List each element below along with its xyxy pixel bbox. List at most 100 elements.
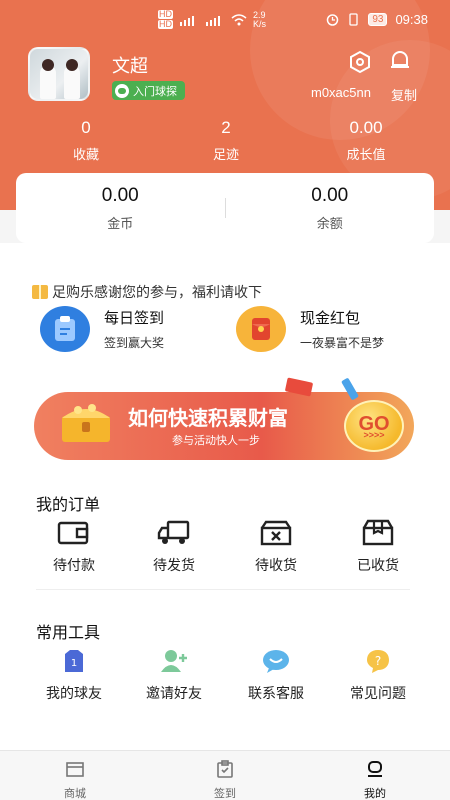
svg-text:?: ? — [375, 654, 381, 668]
order-label: 待收货 — [255, 557, 297, 573]
stat-label: 成长值 — [346, 147, 386, 162]
jersey-icon: 1 — [65, 650, 83, 672]
tool-contact-support[interactable]: 联系客服 — [226, 647, 326, 703]
network-indicators: HD HD 2.9 K/s — [158, 10, 266, 29]
banner-title: 如何快速积累财富 — [128, 408, 288, 430]
wifi-icon — [231, 13, 247, 25]
tab-mine[interactable]: 我的 — [345, 759, 405, 800]
avatar-figure-head — [66, 59, 78, 71]
confetti-decoration — [341, 377, 359, 401]
order-label: 已收货 — [357, 557, 399, 573]
level-badge: 入门球探 — [112, 81, 185, 100]
chat-bubble-icon — [115, 83, 129, 98]
promo-subtitle: 一夜暴富不是梦 — [300, 336, 385, 350]
order-pending-receipt[interactable]: 待收货 — [226, 519, 326, 575]
tab-store[interactable]: 商城 — [45, 759, 105, 800]
settings-hexagon-icon[interactable] — [348, 50, 372, 74]
checkin-icon — [217, 760, 233, 778]
bell-icon[interactable] — [388, 48, 412, 72]
signal-icon — [180, 15, 194, 26]
go-button[interactable]: GO >>>> — [344, 400, 404, 452]
box-open-icon — [362, 519, 394, 546]
tool-label: 邀请好友 — [146, 685, 202, 701]
tool-faq[interactable]: ? 常见问题 — [328, 647, 428, 703]
promo-subtitle: 签到赢大奖 — [104, 336, 165, 350]
stat-growth[interactable]: 0.00 成长值 — [296, 118, 436, 163]
status-bar: HD HD 2.9 K/s 93 09:38 — [0, 0, 450, 40]
stat-label: 足迹 — [212, 147, 239, 162]
go-arrows: >>>> — [363, 430, 385, 440]
wallet-icon — [57, 521, 89, 545]
tool-label: 常见问题 — [350, 685, 406, 701]
order-pending-payment[interactable]: 待付款 — [24, 519, 124, 575]
treasure-chest-icon — [62, 404, 110, 442]
thanks-line: 足购乐感谢您的参与，福利请收下 — [32, 282, 262, 302]
user-id: m0xac5nn — [311, 85, 371, 100]
box-x-icon — [260, 520, 292, 546]
tools-section-title: 常用工具 — [36, 625, 101, 642]
tab-label: 商城 — [64, 788, 86, 800]
wealth-banner[interactable]: 如何快速积累财富 参与活动快人一步 GO >>>> — [34, 377, 414, 460]
promo-daily-checkin[interactable]: 每日签到 签到赢大奖 — [40, 306, 164, 352]
stat-favorites[interactable]: 0 收藏 — [16, 118, 156, 163]
tab-label: 我的 — [364, 788, 386, 800]
order-pending-shipment[interactable]: 待发货 — [124, 519, 224, 575]
battery-indicator: 93 — [368, 13, 388, 26]
promo-cash-redpacket[interactable]: 现金红包 一夜暴富不是梦 — [236, 306, 384, 352]
main-content: 足购乐感谢您的参与，福利请收下 每日签到 签到赢大奖 现金红包 一夜暴富不是梦 … — [0, 243, 450, 750]
signal-icon — [206, 15, 220, 26]
truck-icon — [157, 520, 190, 544]
add-friend-icon — [161, 650, 187, 672]
stat-value: 2 — [221, 118, 231, 137]
orders-section-title: 我的订单 — [36, 497, 101, 514]
avatar-figure-head — [42, 59, 54, 71]
store-icon — [66, 762, 84, 777]
question-icon: ? — [367, 650, 389, 673]
tool-my-friends[interactable]: 1 我的球友 — [24, 647, 124, 703]
profile-icon — [368, 761, 382, 777]
order-label: 待付款 — [53, 557, 95, 573]
copy-button[interactable]: 复制 — [391, 85, 417, 104]
confetti-decoration — [284, 377, 314, 397]
tool-label: 我的球友 — [46, 685, 102, 701]
clock: 09:38 — [395, 12, 428, 27]
wallet-card: 0.00 金币 0.00 余额 — [16, 173, 434, 243]
banner-subtitle: 参与活动快人一步 — [172, 435, 260, 447]
section-divider — [36, 589, 410, 590]
stat-label: 收藏 — [72, 147, 99, 162]
avatar[interactable] — [28, 47, 90, 101]
thanks-text: 足购乐感谢您的参与，福利请收下 — [52, 284, 262, 300]
wallet-label: 金币 — [107, 215, 134, 231]
stat-footprints[interactable]: 2 足迹 — [156, 118, 296, 163]
stat-value: 0 — [81, 118, 91, 137]
tab-checkin[interactable]: 签到 — [195, 759, 255, 800]
hd-label: HD — [158, 9, 173, 19]
promo-title: 每日签到 — [104, 310, 165, 327]
svg-text:1: 1 — [71, 658, 77, 669]
wallet-label: 余额 — [316, 215, 343, 231]
checkin-clipboard-icon — [40, 306, 90, 352]
alarm-icon — [327, 14, 339, 26]
vibrate-icon — [349, 13, 358, 26]
red-packet-icon — [236, 306, 286, 352]
bottom-tab-bar: 商城 签到 我的 — [0, 750, 450, 800]
gift-icon — [32, 285, 48, 299]
stat-value: 0.00 — [349, 118, 383, 137]
wallet-value: 0.00 — [101, 184, 139, 206]
level-badge-label: 入门球探 — [133, 85, 177, 98]
wallet-value: 0.00 — [311, 184, 349, 206]
promo-title: 现金红包 — [300, 310, 361, 327]
username: 文超 — [112, 56, 148, 76]
chat-icon — [263, 650, 289, 673]
order-received[interactable]: 已收货 — [328, 519, 428, 575]
tab-label: 签到 — [214, 788, 236, 800]
network-speed-unit: K/s — [253, 18, 267, 29]
wallet-coins[interactable]: 0.00 金币 — [16, 185, 225, 232]
stats-row: 0 收藏 2 足迹 0.00 成长值 — [0, 118, 450, 163]
hd-label: HD — [158, 19, 173, 29]
wallet-balance[interactable]: 0.00 余额 — [226, 185, 435, 232]
status-right: 93 09:38 — [326, 12, 428, 27]
tool-label: 联系客服 — [248, 685, 304, 701]
order-label: 待发货 — [153, 557, 195, 573]
tool-invite-friends[interactable]: 邀请好友 — [124, 647, 224, 703]
